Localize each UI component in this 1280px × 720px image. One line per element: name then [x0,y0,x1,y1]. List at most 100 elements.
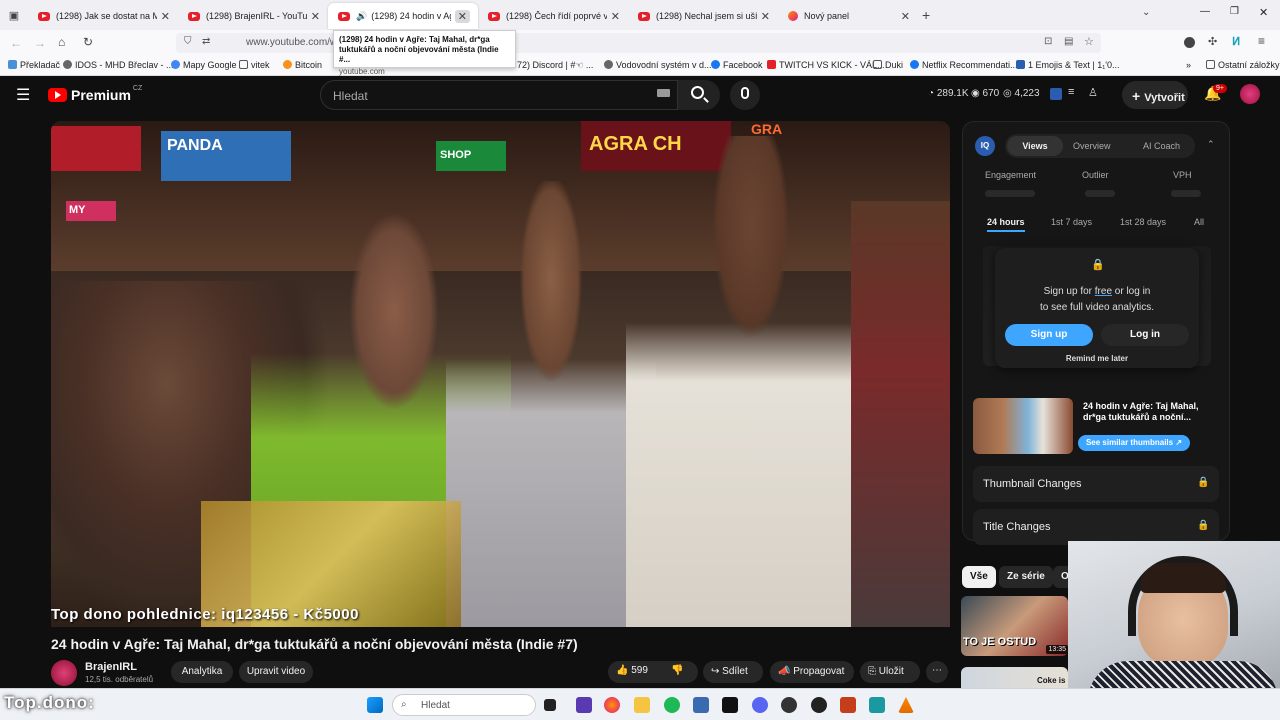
close-tab-icon[interactable]: ✕ [611,10,620,23]
bookmark-other[interactable]: Ostatní záložky [1206,60,1280,70]
close-tab-icon[interactable]: ✕ [161,10,170,23]
bookmark-star-icon[interactable]: ☆ [1084,35,1094,48]
close-tab-icon[interactable]: ✕ [311,10,320,23]
app-icon-1[interactable] [576,697,592,713]
iq-extension-icon[interactable] [1050,88,1062,100]
home-icon[interactable]: ⌂ [58,35,65,49]
range-7d[interactable]: 1st 7 days [1051,217,1092,227]
forward-icon[interactable]: → [34,36,46,50]
app-icon-3[interactable] [781,697,797,713]
login-button[interactable]: Log in [1101,324,1189,346]
recommended-video-thumbnail[interactable]: Coke is [961,667,1068,688]
bookmark-youtube-twitch[interactable]: TWITCH VS KICK - VÁL... [767,60,885,70]
bookmark-netflix[interactable]: Netflix Recommendati... [910,60,1018,70]
file-explorer-icon[interactable] [634,697,650,713]
reload-icon[interactable]: ↻ [83,35,93,49]
dislike-button[interactable]: 👎 [671,665,683,676]
task-view-icon[interactable] [544,699,556,711]
award-icon[interactable]: ♙ [1088,86,1098,99]
analytics-button[interactable]: Analytika [171,661,233,683]
keyboard-icon[interactable] [657,89,670,97]
browser-tab-6[interactable]: Nový panel ✕ [778,3,918,29]
tab-list-icon[interactable]: ▣ [0,9,28,22]
youtube-logo[interactable]: Premium CZ [48,85,142,103]
edit-video-button[interactable]: Upravit video [239,661,313,683]
url-input[interactable]: ⛉ ⇄ www.youtube.com/w ⊡ ▤ ☆ [176,33,1101,53]
browser-tab-1[interactable]: (1298) Jak se dostat na Majáles✕ [28,3,178,29]
extensions-puzzle-icon[interactable]: ✣ [1208,35,1217,48]
more-bookmarks-icon[interactable]: » [1186,60,1191,70]
collapse-icon[interactable]: ⌃ [1207,139,1215,150]
back-icon[interactable]: ← [10,36,22,50]
browser-tab-5[interactable]: (1298) Nechal jsem si ušít kurtu✕ [628,3,778,29]
bookmark-translator[interactable]: Překladač [8,60,60,70]
see-similar-button[interactable]: See similar thumbnails ↗ [1078,435,1190,451]
spotify-icon[interactable] [664,697,680,713]
app-icon-4[interactable] [811,697,827,713]
chip-all[interactable]: Vše [962,566,996,588]
video-player[interactable]: PANDA SHOP AGRA CH GRA MY Top dono pohle… [51,121,950,627]
browser-tab-4[interactable]: (1298) Čech řídí poprvé v Indii (✕ [478,3,628,29]
similar-thumbnail[interactable] [973,398,1073,454]
discord-icon[interactable] [752,697,768,713]
taskbar-search[interactable]: ⌕ Hledat [392,694,536,716]
bookmark-maps[interactable]: Mapy Google [171,60,237,70]
close-tab-icon[interactable]: ✕ [901,10,910,23]
app-icon-5[interactable] [869,697,885,713]
bookmark-facebook[interactable]: Facebook [711,60,763,70]
close-tab-icon[interactable]: ✕ [454,9,470,23]
app-icon-2[interactable] [722,697,738,713]
maximize-icon[interactable]: ❐ [1230,6,1239,17]
screenshot-icon[interactable]: ⊡ [1044,36,1052,47]
chevron-down-icon[interactable]: ⌄ [1142,7,1150,18]
permissions-icon[interactable]: ⇄ [202,36,210,47]
recommended-video-thumbnail[interactable]: TO JE OSTUD 13:35 [961,596,1068,656]
thumbnail-changes-row[interactable]: Thumbnail Changes 🔒 [973,466,1219,502]
tab-ai-coach[interactable]: AI Coach [1143,141,1180,151]
channel-name[interactable]: BrajenIRL [85,661,137,673]
bookmark-bitcoin[interactable]: Bitcoin [283,60,322,70]
menu-icon[interactable]: ≡ [1258,34,1265,48]
bookmark-folder-vitek[interactable]: vitek [239,60,270,70]
range-28d[interactable]: 1st 28 days [1120,217,1166,227]
range-24h[interactable]: 24 hours [987,217,1025,232]
bookmark-folder-duki[interactable]: Duki [873,60,903,70]
close-tab-icon[interactable]: ✕ [761,10,770,23]
extension-icon-2[interactable]: Ͷ [1232,35,1240,48]
signup-button[interactable]: Sign up [1005,324,1093,346]
bookmark-discord[interactable]: 72) Discord | #☜ ... [517,60,593,71]
browser-tab-3-active[interactable]: 🔊(1298) 24 hodin v Agře: Taj✕ [328,3,478,29]
share-button[interactable]: ↪ Sdílet [703,661,763,683]
powerpoint-icon[interactable] [840,697,856,713]
promote-button[interactable]: 📣 Propagovat [770,661,854,683]
avatar[interactable] [1240,84,1260,104]
voice-search-button[interactable] [730,80,760,110]
speaker-icon[interactable]: 🔊 [356,11,367,22]
calculator-icon[interactable] [693,697,709,713]
search-button[interactable] [678,80,720,110]
new-tab-button[interactable]: + [922,7,930,23]
title-changes-row[interactable]: Title Changes 🔒 [973,509,1219,545]
vlc-icon[interactable] [898,697,914,713]
save-button[interactable]: ⎘ Uložit [860,661,920,683]
bookmark-emojis[interactable]: 1 Emojis & Text | 1₁'0... [1016,60,1119,70]
range-all[interactable]: All [1194,217,1204,227]
tab-views[interactable]: Views [1007,136,1063,156]
firefox-icon[interactable] [604,697,620,713]
bookmark-idos[interactable]: IDOS - MHD Břeclav - ... [63,60,174,70]
browser-tab-2[interactable]: (1298) BrajenIRL - YouTube ✕ [178,3,328,29]
windows-start-icon[interactable] [367,697,383,713]
close-window-icon[interactable]: ✕ [1259,6,1268,19]
minimize-icon[interactable]: — [1200,6,1210,17]
shield-icon[interactable]: ⛉ [184,36,192,47]
reader-view-icon[interactable]: ▤ [1064,36,1073,47]
more-actions-button[interactable]: ⋯ [926,661,948,683]
search-input[interactable]: Hledat [320,80,678,110]
bookmark-water-system[interactable]: Vodovodní systém v d... [604,60,712,70]
hamburger-menu-icon[interactable]: ☰ [16,85,30,105]
channel-avatar[interactable] [51,660,77,686]
create-button[interactable]: + Vytvořit [1122,81,1188,109]
extension-icon-1[interactable] [1184,37,1195,48]
tab-overview[interactable]: Overview [1073,141,1111,151]
remind-later-link[interactable]: Remind me later [995,354,1199,363]
